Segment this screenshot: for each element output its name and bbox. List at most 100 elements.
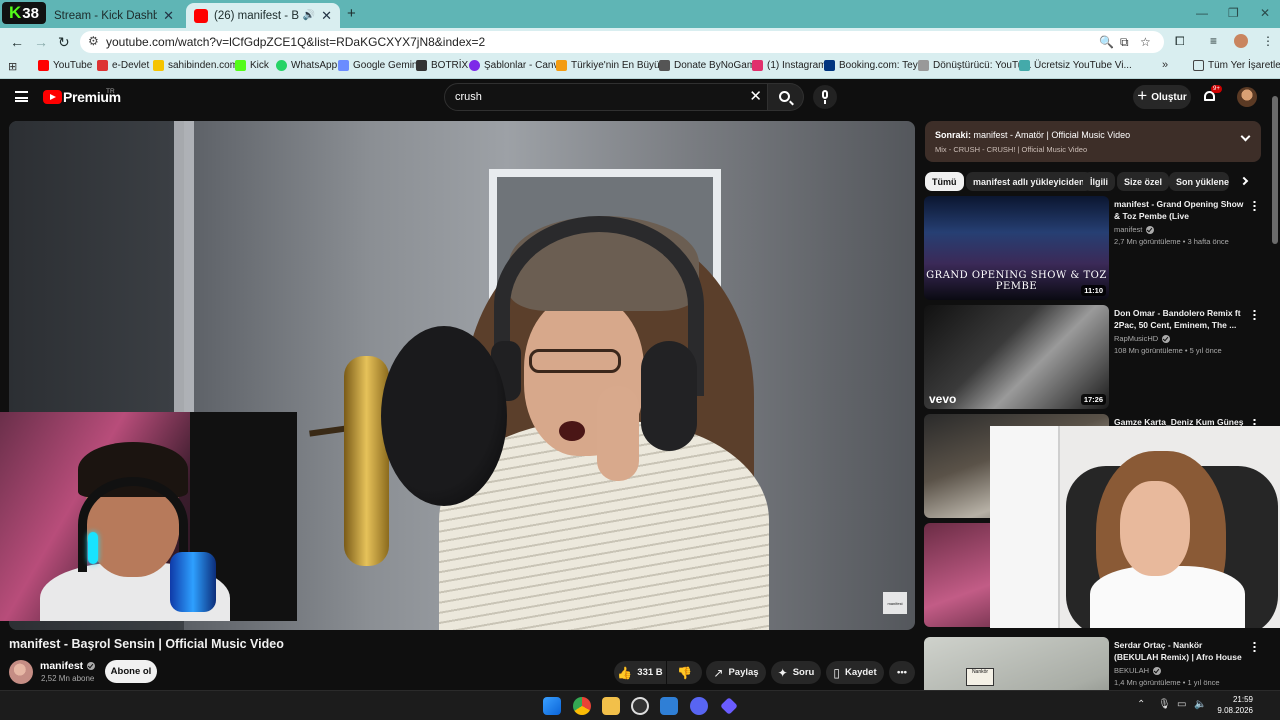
search-input[interactable]: crush ✕ xyxy=(444,83,768,111)
url-bar[interactable]: ⚙ youtube.com/watch?v=lCfGdpZCE1Q&list=R… xyxy=(80,31,1164,53)
recommendation-item[interactable]: Nankör Serdar Ortaç - Nankör (BEKULAH Re… xyxy=(924,637,1264,690)
youtube-header: Premium TR crush ✕ + Oluştur 9+ xyxy=(0,80,1280,116)
channel-avatar[interactable] xyxy=(9,660,33,684)
site-icon xyxy=(556,60,567,71)
folder-icon xyxy=(1193,60,1204,71)
ask-button[interactable]: ✦ Soru xyxy=(771,661,821,684)
video-thumbnail[interactable]: vevo 17:26 xyxy=(924,305,1109,409)
back-arrow-icon[interactable]: ← xyxy=(10,34,24,50)
forward-arrow-icon[interactable]: → xyxy=(34,34,48,50)
site-info-icon[interactable]: ⚙ xyxy=(88,34,99,48)
video-thumbnail[interactable]: GRAND OPENING SHOW & TOZ PEMBE 11:10 xyxy=(924,196,1109,300)
media-control-icon[interactable]: ≡ xyxy=(1210,34,1217,48)
audio-playing-icon[interactable]: 🔊 xyxy=(303,10,315,21)
kick-logo-icon: K 38 xyxy=(2,2,46,24)
vevo-logo: vevo xyxy=(929,392,957,406)
chip-for-you[interactable]: Size özel xyxy=(1117,172,1170,191)
bookmark-edevlet[interactable]: e-Devlet xyxy=(97,60,149,71)
clear-search-icon[interactable]: ✕ xyxy=(749,87,762,105)
profile-avatar-icon[interactable] xyxy=(1234,34,1248,48)
app-icon[interactable] xyxy=(660,697,678,715)
like-button[interactable]: 👍 331 B xyxy=(614,661,666,684)
zoom-icon[interactable]: 🔍 xyxy=(1099,35,1114,49)
canva-icon xyxy=(469,60,480,71)
bookmark-bynogame[interactable]: Donate ByNoGame xyxy=(659,60,761,71)
tray-overflow-icon[interactable]: ⌃ xyxy=(1137,699,1145,710)
save-button[interactable]: ▯ Kaydet xyxy=(826,661,884,684)
bookmark-sahibinden[interactable]: sahibinden.com xyxy=(153,60,238,71)
bookmark-canva[interactable]: Şablonlar - Canva xyxy=(469,60,564,71)
recommendation-item[interactable]: vevo 17:26 Don Omar - Bandolero Remix ft… xyxy=(924,305,1264,409)
more-bookmarks-icon[interactable]: » xyxy=(1162,59,1168,71)
youtube-logo-icon[interactable] xyxy=(43,90,62,104)
channel-watermark[interactable]: manifest xyxy=(883,592,907,614)
address-toolbar: ← → ↻ ⚙ youtube.com/watch?v=lCfGdpZCE1Q&… xyxy=(0,28,1280,56)
new-tab-button[interactable]: + xyxy=(347,5,356,22)
chip-recent[interactable]: Son yüklenen xyxy=(1169,172,1229,191)
chevron-down-icon[interactable] xyxy=(1240,131,1251,142)
chip-all[interactable]: Tümü xyxy=(925,172,964,191)
chrome-icon[interactable] xyxy=(573,697,591,715)
tab-kick-dashboard[interactable]: Stream - Kick Dashboard ✕ xyxy=(46,3,182,28)
account-avatar[interactable] xyxy=(1237,87,1257,107)
bookmark-whatsapp[interactable]: WhatsApp xyxy=(276,60,337,71)
bookmark-instagram[interactable]: (1) Instagram xyxy=(752,60,826,71)
cast-icon[interactable]: ⧉ xyxy=(1120,35,1129,50)
bookmark-kick[interactable]: Kick xyxy=(235,60,269,71)
bookmark-gemini[interactable]: Google Gemini xyxy=(338,60,420,71)
close-tab-icon[interactable]: ✕ xyxy=(321,8,332,24)
close-tab-icon[interactable]: ✕ xyxy=(163,8,174,24)
windows-start-icon[interactable] xyxy=(543,697,561,715)
dislike-button[interactable]: 👎 xyxy=(667,661,702,684)
maximize-icon[interactable]: ❐ xyxy=(1228,6,1239,20)
kick-icon xyxy=(235,60,246,71)
menu-hamburger-icon[interactable] xyxy=(15,91,28,102)
reload-icon[interactable]: ↻ xyxy=(58,34,70,51)
all-bookmarks-folder[interactable]: Tüm Yer İşaretleri xyxy=(1193,60,1280,71)
converter-icon xyxy=(918,60,929,71)
close-window-icon[interactable]: ✕ xyxy=(1260,6,1270,20)
more-actions-button[interactable]: ••• xyxy=(889,661,915,684)
app-diamond-icon[interactable] xyxy=(720,697,738,715)
bookmark-star-icon[interactable]: ☆ xyxy=(1140,35,1151,49)
bookmark-youtube[interactable]: YouTube xyxy=(38,60,92,71)
more-vertical-icon[interactable] xyxy=(1253,641,1256,653)
subscribe-button[interactable]: Abone ol xyxy=(105,660,157,683)
tray-network-icon[interactable]: ▭ xyxy=(1177,699,1186,710)
more-vertical-icon[interactable] xyxy=(1253,309,1256,321)
bookmark-turkiye[interactable]: Türkiye'nin En Büyü... xyxy=(556,60,668,71)
tab-youtube-video[interactable]: (26) manifest - Başrol Sensin 🔊 ✕ xyxy=(186,3,340,28)
create-button[interactable]: + Oluştur xyxy=(1133,85,1191,109)
bookmark-botrix[interactable]: BOTRİX xyxy=(416,60,468,71)
taskbar-clock[interactable]: 21:59 9.08.2026 xyxy=(1213,694,1253,716)
channel-name[interactable]: manifest xyxy=(40,660,96,672)
bookmark-booking[interactable]: Booking.com: Teyit xyxy=(824,60,923,71)
sparkle-icon: ✦ xyxy=(777,665,788,680)
share-button[interactable]: ↗ Paylaş xyxy=(706,661,766,684)
voice-search-button[interactable] xyxy=(813,85,837,109)
file-explorer-icon[interactable] xyxy=(602,697,620,715)
page-scrollbar[interactable] xyxy=(1272,96,1278,244)
tray-mic-icon[interactable]: 🎙 xyxy=(1158,699,1171,710)
up-next-panel[interactable]: Sonraki: manifest - Amatör | Official Mu… xyxy=(925,121,1261,162)
duration-badge: 17:26 xyxy=(1080,394,1106,405)
bookmark-icon: ▯ xyxy=(833,665,840,680)
bookmark-converter[interactable]: Dönüştürücü: YouTu... xyxy=(918,60,1032,71)
browser-menu-icon[interactable]: ⋮ xyxy=(1262,34,1274,48)
recommendation-item[interactable]: GRAND OPENING SHOW & TOZ PEMBE 11:10 man… xyxy=(924,196,1264,300)
obs-icon[interactable] xyxy=(631,697,649,715)
tray-volume-icon[interactable]: 🔈 xyxy=(1194,699,1206,710)
search-button[interactable] xyxy=(768,83,804,111)
extensions-icon[interactable]: ⧠ xyxy=(1175,34,1185,49)
chevron-right-icon[interactable] xyxy=(1239,176,1249,186)
chip-related[interactable]: İlgili xyxy=(1083,172,1115,191)
discord-icon[interactable] xyxy=(690,697,708,715)
notifications-button[interactable]: 9+ xyxy=(1203,85,1222,103)
more-vertical-icon[interactable] xyxy=(1253,200,1256,212)
bookmark-youtube-free[interactable]: Ücretsiz YouTube Vi... xyxy=(1019,60,1132,71)
minimize-icon[interactable]: — xyxy=(1196,6,1208,20)
apps-grid-icon[interactable]: ⊞ xyxy=(8,60,17,73)
video-thumbnail[interactable]: Nankör xyxy=(924,637,1109,690)
notification-badge: 9+ xyxy=(1211,85,1222,93)
chip-from-uploader[interactable]: manifest adlı yükleyiciden xyxy=(966,172,1092,191)
